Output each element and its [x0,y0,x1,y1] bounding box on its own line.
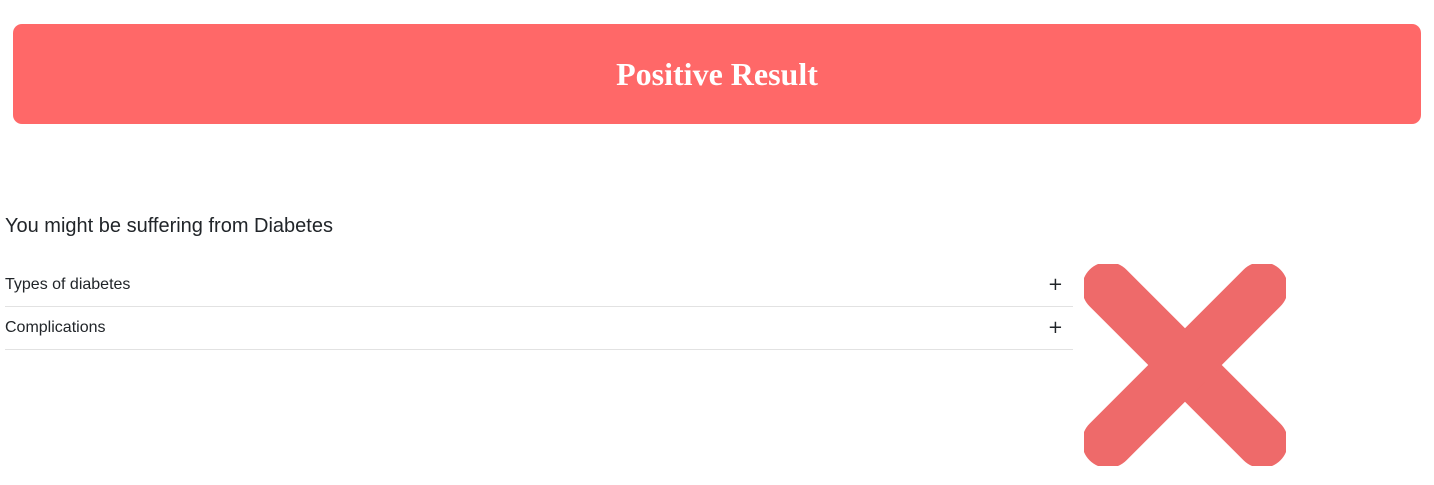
accordion-item-label: Complications [5,319,106,336]
accordion-item-complications[interactable]: Complications + [5,307,1073,350]
expand-plus-icon[interactable]: + [1048,276,1063,294]
result-banner: Positive Result [13,24,1421,124]
expand-plus-icon[interactable]: + [1048,319,1063,337]
info-accordion: Types of diabetes + Complications + [5,264,1073,350]
banner-title: Positive Result [616,56,818,92]
diagnosis-message: You might be suffering from Diabetes [5,215,333,237]
accordion-item-types-of-diabetes[interactable]: Types of diabetes + [5,264,1073,307]
cross-icon [1082,262,1288,468]
accordion-item-label: Types of diabetes [5,276,131,293]
